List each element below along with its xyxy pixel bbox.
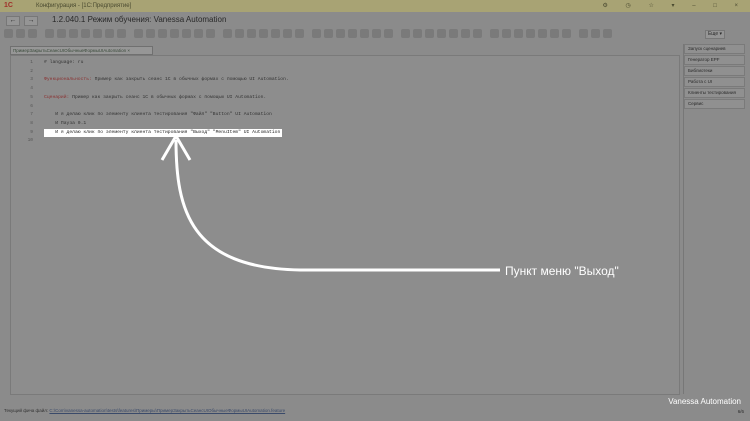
annotation-arrow: [160, 133, 500, 272]
annotation-label: Пункт меню "Выход": [505, 264, 619, 278]
